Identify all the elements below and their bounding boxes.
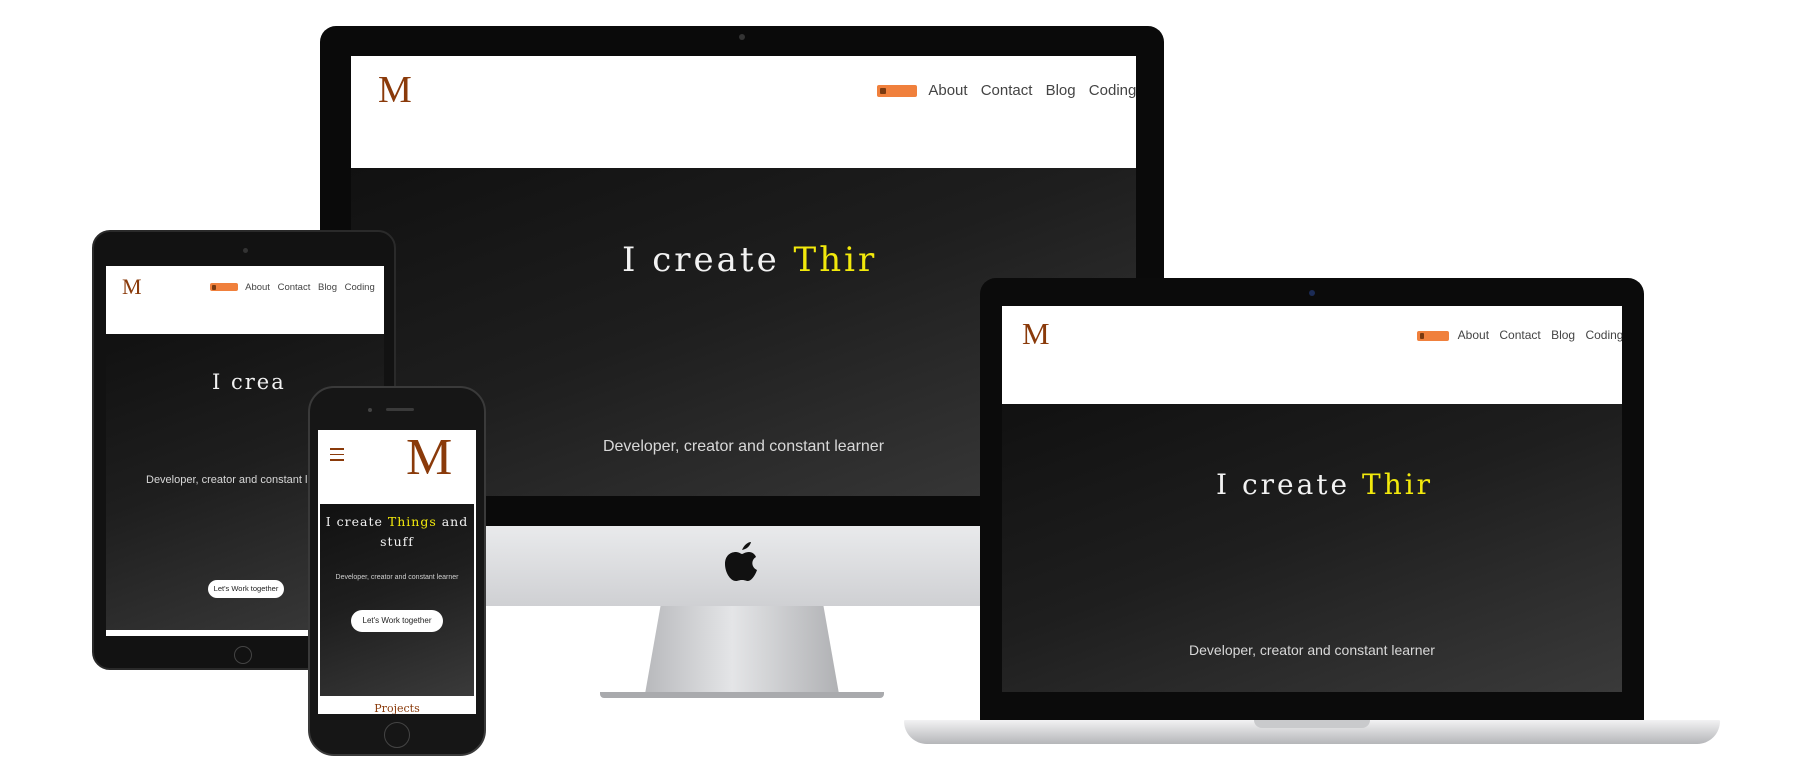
phone-screen: M I create Things and stuff Developer, c… [318, 430, 476, 714]
site-logo[interactable]: M [378, 68, 412, 112]
hero-headline: I create Thir [622, 240, 877, 280]
tablet-home-button[interactable] [234, 646, 252, 664]
site-logo[interactable]: M [1022, 316, 1050, 352]
imac-stand [645, 606, 839, 694]
tablet-camera [243, 248, 248, 253]
cta-button[interactable]: Let's Work together [208, 580, 284, 598]
buy-coffee-badge[interactable] [877, 85, 917, 98]
hero-tagline: Developer, creator and constant learner [1189, 642, 1435, 658]
imac-camera [739, 34, 745, 40]
hero-tagline: Developer, creator and constant learner [335, 574, 459, 581]
nav-blog[interactable]: Blog [318, 282, 337, 293]
nav-about[interactable]: About [928, 82, 967, 99]
laptop-camera [1309, 290, 1315, 296]
nav-contact[interactable]: Contact [1499, 328, 1540, 342]
hero-highlight: Things [387, 514, 437, 529]
laptop-screen: M About Contact Blog Coding I create Thi… [1002, 306, 1622, 692]
phone-home-button[interactable] [384, 722, 410, 748]
phone-camera [368, 408, 372, 412]
site-logo[interactable]: M [406, 430, 452, 487]
laptop-hero: I create Thir Developer, creator and con… [1002, 404, 1622, 692]
hero-headline: I create Thir [1216, 468, 1433, 501]
site-logo[interactable]: M [122, 274, 142, 300]
imac-base [600, 692, 884, 698]
site-nav: About Contact Blog Coding [1417, 328, 1622, 342]
nav-coding[interactable]: Coding [345, 282, 375, 293]
phone-hero: I create Things and stuff Developer, cre… [320, 504, 474, 696]
hamburger-icon[interactable] [330, 448, 344, 461]
tablet-site-header: M About Contact Blog Coding [106, 266, 384, 334]
laptop-site-header: M About Contact Blog Coding [1002, 306, 1622, 404]
hero-tagline: Developer, creator and constant l [146, 474, 308, 486]
nav-about[interactable]: About [245, 282, 270, 293]
laptop-notch [1254, 720, 1370, 728]
hero-prefix: I create [622, 240, 794, 280]
phone-device: M I create Things and stuff Developer, c… [308, 386, 486, 756]
nav-coding[interactable]: Coding [1089, 82, 1136, 99]
buy-coffee-badge[interactable] [210, 283, 238, 292]
hero-headline: I crea [212, 370, 286, 394]
imac-site-header: M About Contact Blog Coding [351, 56, 1136, 168]
nav-contact[interactable]: Contact [278, 282, 311, 293]
site-nav: About Contact Blog Coding [877, 82, 1136, 99]
nav-contact[interactable]: Contact [981, 82, 1033, 99]
laptop-base [904, 720, 1720, 744]
nav-blog[interactable]: Blog [1046, 82, 1076, 99]
phone-speaker [386, 408, 414, 411]
hero-highlight: Thir [1362, 468, 1434, 501]
nav-coding[interactable]: Coding [1585, 328, 1622, 342]
site-nav: About Contact Blog Coding [210, 282, 375, 293]
nav-about[interactable]: About [1458, 328, 1489, 342]
hero-highlight: Thir [793, 240, 878, 280]
hero-prefix: I create [1216, 468, 1363, 501]
buy-coffee-badge[interactable] [1417, 330, 1449, 341]
cta-button[interactable]: Let's Work together [351, 610, 443, 632]
section-title: Projects [374, 702, 420, 714]
hero-headline: I create Things and stuff [320, 512, 474, 552]
apple-logo-icon [725, 542, 757, 581]
laptop-device: M About Contact Blog Coding I create Thi… [980, 278, 1644, 720]
hero-prefix: I create [325, 514, 388, 529]
nav-blog[interactable]: Blog [1551, 328, 1575, 342]
